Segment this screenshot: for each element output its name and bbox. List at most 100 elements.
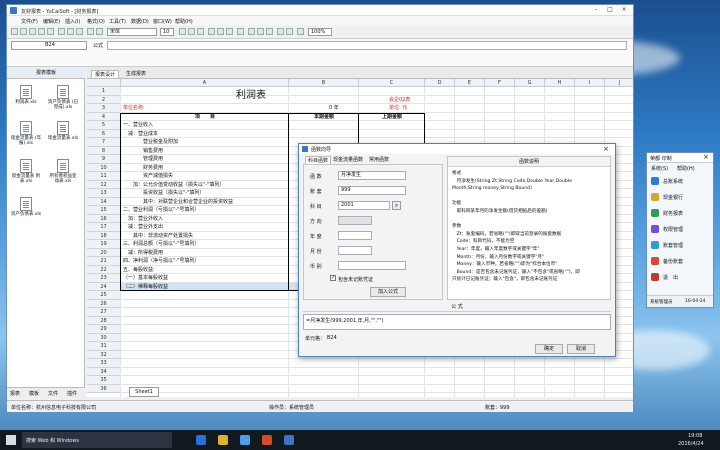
row-header[interactable]: 29: [87, 325, 121, 334]
fill-color-icon[interactable]: [257, 28, 264, 35]
launcher-item[interactable]: 账套管理: [651, 239, 711, 251]
bold-icon[interactable]: [179, 28, 186, 35]
row-header[interactable]: 7: [87, 138, 121, 147]
preview-icon[interactable]: [47, 28, 54, 35]
column-header-a[interactable]: A: [121, 79, 289, 87]
include-unposted-checkbox[interactable]: ✓: [330, 275, 336, 281]
row-header[interactable]: 26: [87, 299, 121, 308]
row-header[interactable]: 16: [87, 214, 121, 223]
search-icon[interactable]: ⌕: [392, 201, 401, 210]
subject-input[interactable]: 2001: [338, 201, 390, 210]
report-taskbar-icon[interactable]: [284, 435, 294, 445]
row-header[interactable]: 9: [87, 155, 121, 164]
row-header[interactable]: 15: [87, 206, 121, 215]
launcher-item[interactable]: 退 出: [651, 271, 711, 283]
print-icon[interactable]: [38, 28, 45, 35]
row-header[interactable]: 23: [87, 274, 121, 283]
row-header[interactable]: 30: [87, 333, 121, 342]
font-color-icon[interactable]: [266, 28, 273, 35]
side-menu-system[interactable]: 系统(S): [651, 165, 668, 172]
tab-generate[interactable]: 生成报表: [123, 70, 149, 77]
row-header[interactable]: 19: [87, 240, 121, 249]
row-header[interactable]: 27: [87, 308, 121, 317]
search-box[interactable]: 搜索 Web 和 Windows: [22, 432, 172, 448]
file-item[interactable]: 现金流量表 附表.xls: [10, 159, 42, 184]
row-header[interactable]: 14: [87, 197, 121, 206]
function-select[interactable]: 月净发生: [338, 171, 406, 180]
file-item[interactable]: 资产负债表 (已完成).xls: [47, 85, 79, 110]
tab-plugins[interactable]: 插件: [67, 390, 77, 397]
year-input[interactable]: [338, 231, 372, 240]
cell-ref-box[interactable]: B24: [11, 41, 87, 50]
file-item[interactable]: 利润表.xls: [10, 85, 42, 105]
row-header[interactable]: 4: [87, 112, 121, 121]
launcher-item[interactable]: 权限管理: [651, 223, 711, 235]
row-header[interactable]: 32: [87, 350, 121, 359]
align-left-icon[interactable]: [208, 28, 215, 35]
font-size-combo[interactable]: 10: [160, 28, 174, 36]
column-header-b[interactable]: B: [289, 79, 359, 87]
app-taskbar-icon[interactable]: [262, 435, 272, 445]
copy-icon[interactable]: [67, 28, 74, 35]
column-header-d[interactable]: D: [425, 79, 455, 87]
align-center-icon[interactable]: [217, 28, 224, 35]
insert-formula-button[interactable]: 加入公式: [370, 287, 406, 297]
column-header-i[interactable]: I: [575, 79, 605, 87]
underline-icon[interactable]: [197, 28, 204, 35]
menu-data[interactable]: 数据(D): [131, 18, 149, 25]
tab-files[interactable]: 文件: [48, 390, 58, 397]
folder-icon[interactable]: [218, 435, 228, 445]
sheet-tab[interactable]: Sheet1: [129, 387, 159, 397]
launcher-item[interactable]: 现金银行: [651, 191, 711, 203]
chart-icon[interactable]: [297, 28, 304, 35]
close-icon[interactable]: ×: [617, 5, 631, 15]
row-header[interactable]: 17: [87, 223, 121, 232]
menu-window[interactable]: 窗口(W): [153, 18, 172, 25]
menu-insert[interactable]: 插入(I): [65, 18, 80, 25]
row-header[interactable]: 10: [87, 163, 121, 172]
row-header[interactable]: 20: [87, 248, 121, 257]
menu-edit[interactable]: 编辑(E): [43, 18, 60, 25]
launcher-item[interactable]: 财务报表: [651, 207, 711, 219]
row-header[interactable]: 33: [87, 359, 121, 368]
row-header[interactable]: 13: [87, 189, 121, 198]
file-item[interactable]: 现金流量表.xls: [47, 121, 79, 141]
direction-select[interactable]: [338, 216, 372, 225]
account-set-select[interactable]: 999: [338, 186, 406, 195]
row-header[interactable]: 24: [87, 282, 121, 291]
menu-tools[interactable]: 工具(T): [109, 18, 126, 25]
open-icon[interactable]: [20, 28, 27, 35]
column-header-g[interactable]: G: [515, 79, 545, 87]
minimize-icon[interactable]: –: [589, 5, 603, 15]
edge-icon[interactable]: [196, 435, 206, 445]
dialog-title-bar[interactable]: 函数向导 ×: [299, 144, 615, 154]
file-item[interactable]: 现金流量表 (年报).xls: [10, 121, 42, 146]
column-header-h[interactable]: H: [545, 79, 575, 87]
zoom-combo[interactable]: 100%: [308, 28, 332, 36]
row-header[interactable]: 12: [87, 180, 121, 189]
row-header[interactable]: 1: [87, 87, 121, 96]
tab-cashflow-functions[interactable]: 现金流量函数: [333, 156, 363, 163]
row-header[interactable]: 3: [87, 104, 121, 113]
row-header[interactable]: 18: [87, 231, 121, 240]
tab-design[interactable]: 报表设计: [91, 70, 120, 78]
save-icon[interactable]: [29, 28, 36, 35]
month-select[interactable]: [338, 246, 372, 255]
side-close-icon[interactable]: ×: [703, 153, 709, 161]
maximize-icon[interactable]: □: [603, 5, 617, 15]
windows-start-icon[interactable]: [6, 435, 16, 445]
title-bar[interactable]: 友财报表 - YuCaiSoft - [财务报表] – □ ×: [7, 5, 633, 16]
file-item[interactable]: 资产负债表.xls: [10, 197, 42, 217]
row-header[interactable]: 6: [87, 129, 121, 138]
redo-icon[interactable]: [96, 28, 103, 35]
tab-common-functions[interactable]: 常用函数: [369, 156, 389, 163]
column-header-f[interactable]: F: [485, 79, 515, 87]
sum-icon[interactable]: [286, 28, 293, 35]
row-header[interactable]: 36: [87, 384, 121, 393]
column-header-j[interactable]: J: [605, 79, 633, 87]
formula-input[interactable]: [107, 41, 627, 50]
formula-textarea[interactable]: =月净发生(999,2001,年,月,"",""): [303, 314, 611, 330]
paste-icon[interactable]: [76, 28, 83, 35]
row-header[interactable]: 35: [87, 376, 121, 385]
function-icon[interactable]: [277, 28, 284, 35]
